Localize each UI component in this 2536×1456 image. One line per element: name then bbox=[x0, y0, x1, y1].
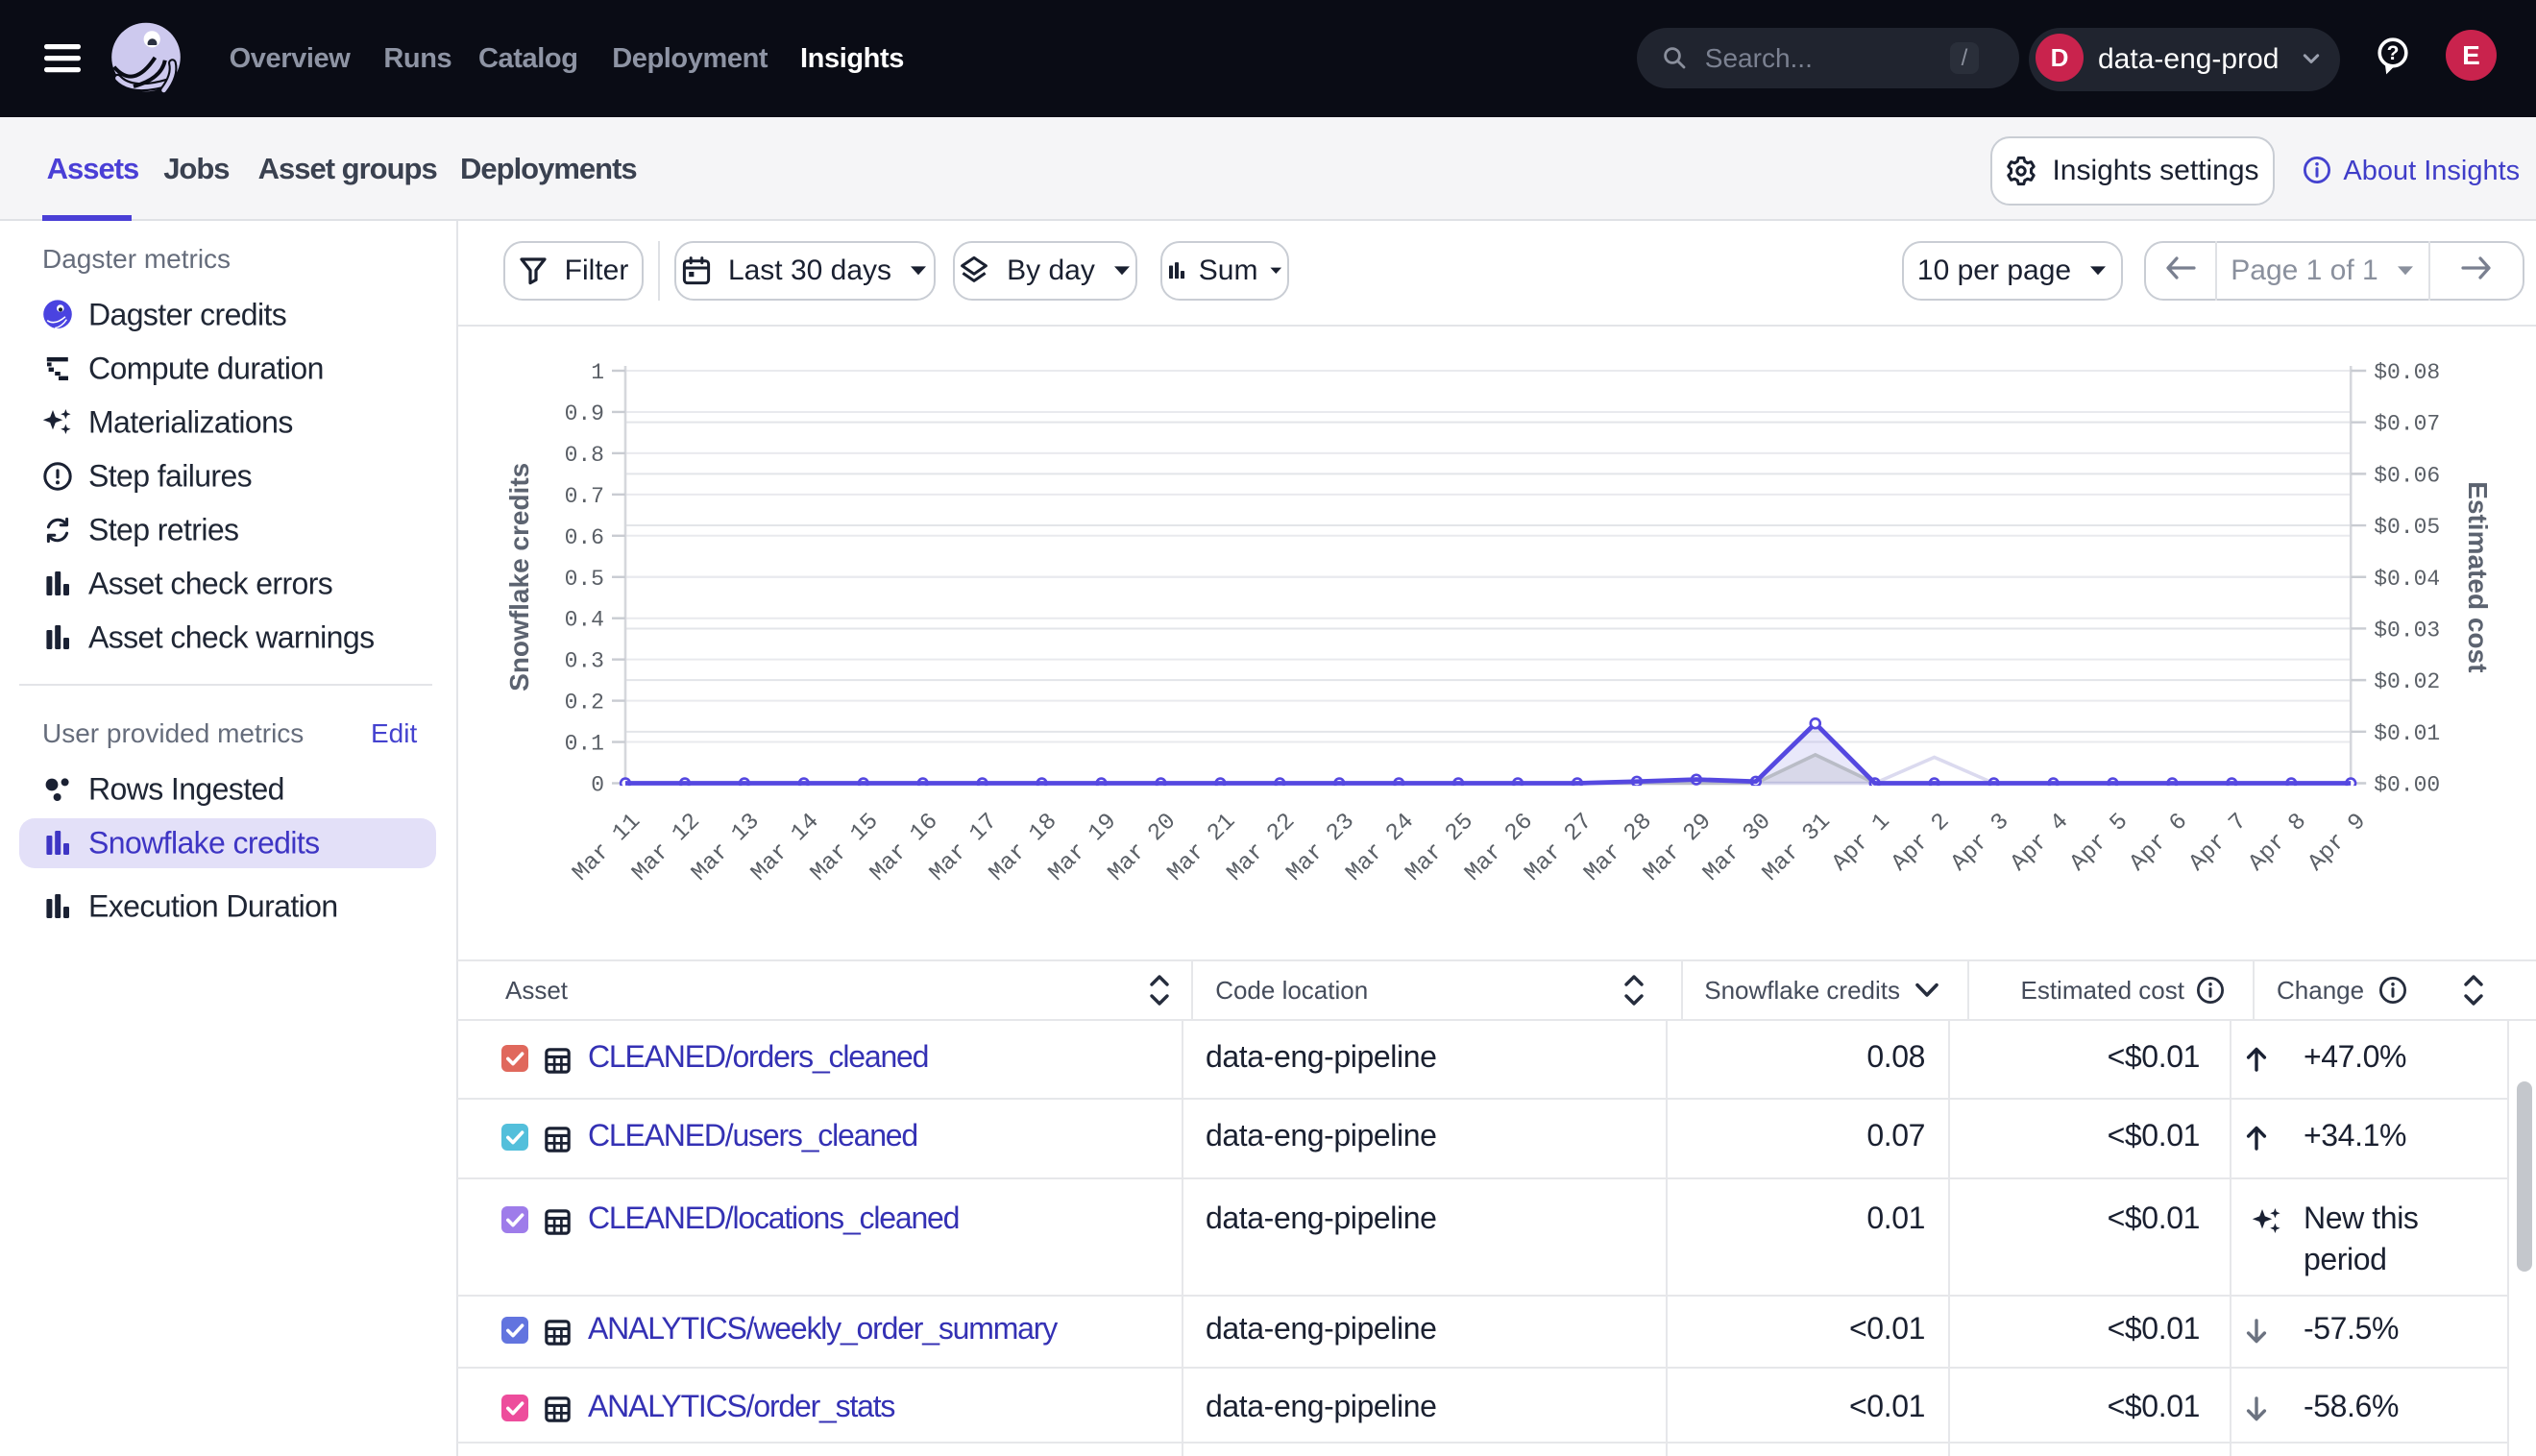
svg-text:$0.07: $0.07 bbox=[2374, 412, 2440, 437]
svg-text:Apr 5: Apr 5 bbox=[2065, 809, 2134, 877]
svg-text:Apr 3: Apr 3 bbox=[1946, 809, 2014, 877]
svg-text:Apr 4: Apr 4 bbox=[2006, 809, 2074, 877]
svg-text:0.8: 0.8 bbox=[565, 443, 604, 468]
svg-text:Apr 1: Apr 1 bbox=[1828, 809, 1896, 877]
svg-text:$0.08: $0.08 bbox=[2374, 360, 2440, 385]
svg-text:Apr 9: Apr 9 bbox=[2304, 809, 2372, 877]
svg-text:Apr 7: Apr 7 bbox=[2184, 809, 2253, 877]
svg-text:$0.02: $0.02 bbox=[2374, 669, 2440, 694]
svg-text:0.3: 0.3 bbox=[565, 649, 604, 674]
svg-text:Apr 2: Apr 2 bbox=[1887, 809, 1955, 877]
svg-text:$0.05: $0.05 bbox=[2374, 515, 2440, 540]
svg-text:1: 1 bbox=[591, 360, 604, 385]
svg-text:$0.00: $0.00 bbox=[2374, 773, 2440, 798]
svg-text:0.1: 0.1 bbox=[565, 732, 604, 757]
svg-text:Estimated cost: Estimated cost bbox=[2463, 481, 2493, 672]
svg-text:0.2: 0.2 bbox=[565, 691, 604, 716]
svg-text:0.9: 0.9 bbox=[565, 401, 604, 426]
svg-text:$0.04: $0.04 bbox=[2374, 567, 2440, 592]
svg-text:0: 0 bbox=[591, 773, 604, 798]
svg-text:0.7: 0.7 bbox=[565, 484, 604, 509]
svg-text:0.4: 0.4 bbox=[565, 608, 604, 633]
svg-text:$0.01: $0.01 bbox=[2374, 721, 2440, 746]
svg-text:$0.06: $0.06 bbox=[2374, 463, 2440, 488]
svg-text:0.5: 0.5 bbox=[565, 567, 604, 592]
svg-text:Apr 8: Apr 8 bbox=[2244, 809, 2312, 877]
svg-text:0.6: 0.6 bbox=[565, 525, 604, 550]
svg-text:?: ? bbox=[2387, 42, 2400, 64]
svg-text:$0.03: $0.03 bbox=[2374, 618, 2440, 643]
svg-text:Apr 6: Apr 6 bbox=[2125, 809, 2193, 877]
svg-text:Snowflake credits: Snowflake credits bbox=[504, 463, 534, 692]
